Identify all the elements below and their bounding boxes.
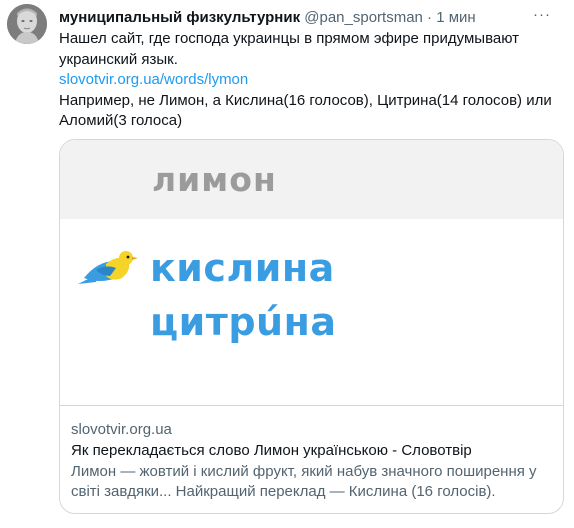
tweet[interactable]: муниципальный физкультурник @pan_sportsm… — [0, 0, 574, 528]
more-horizontal-icon[interactable]: ··· — [530, 7, 554, 28]
tweet-text: Нашел сайт, где господа украинцы в прямо… — [59, 29, 559, 132]
avatar-bust-image — [7, 4, 47, 44]
card-image-old-word: лимон — [152, 160, 277, 199]
card-image-word-2: цитрúна — [150, 300, 337, 344]
card-description-line: світі завдяки... Найкращий переклад — Ки… — [71, 483, 496, 500]
card-divider — [60, 405, 563, 406]
tweet-text-line: украинский язык. — [59, 50, 178, 68]
author-name[interactable]: муниципальный физкультурник — [59, 9, 300, 26]
card-domain: slovotvir.org.ua — [71, 421, 172, 438]
card-title: Як перекладається слово Лимон українсько… — [71, 442, 472, 459]
bird-logo-icon — [78, 251, 138, 284]
card-description-line: Лимон — жовтий і кислий фрукт, який набу… — [71, 463, 537, 480]
header-separator: · — [427, 9, 433, 26]
card-image-top-band: лимон — [60, 140, 563, 219]
avatar[interactable] — [7, 4, 47, 44]
tweet-text-line: Например, не Лимон, а Кислина(16 голосов… — [59, 91, 552, 109]
tweet-time[interactable]: 1 мин — [436, 9, 476, 26]
author-handle[interactable]: @pan_sportsman — [304, 9, 423, 26]
link-preview-card[interactable]: лимон кислина цитрúна slovotvir.org.ua Я… — [59, 139, 564, 514]
tweet-link[interactable]: slovotvir.org.ua/words/lymon — [59, 71, 248, 88]
tweet-text-line: Нашел сайт, где господа украинцы в прямо… — [59, 30, 519, 47]
card-meta[interactable]: slovotvir.org.ua Як перекладається слово… — [71, 420, 556, 502]
tweet-text-line: Аломий(3 голоса) — [59, 112, 183, 129]
tweet-header: муниципальный физкультурник @pan_sportsm… — [59, 7, 562, 28]
card-image[interactable]: лимон кислина цитрúна — [60, 140, 563, 405]
card-image-word-1: кислина — [150, 246, 335, 290]
